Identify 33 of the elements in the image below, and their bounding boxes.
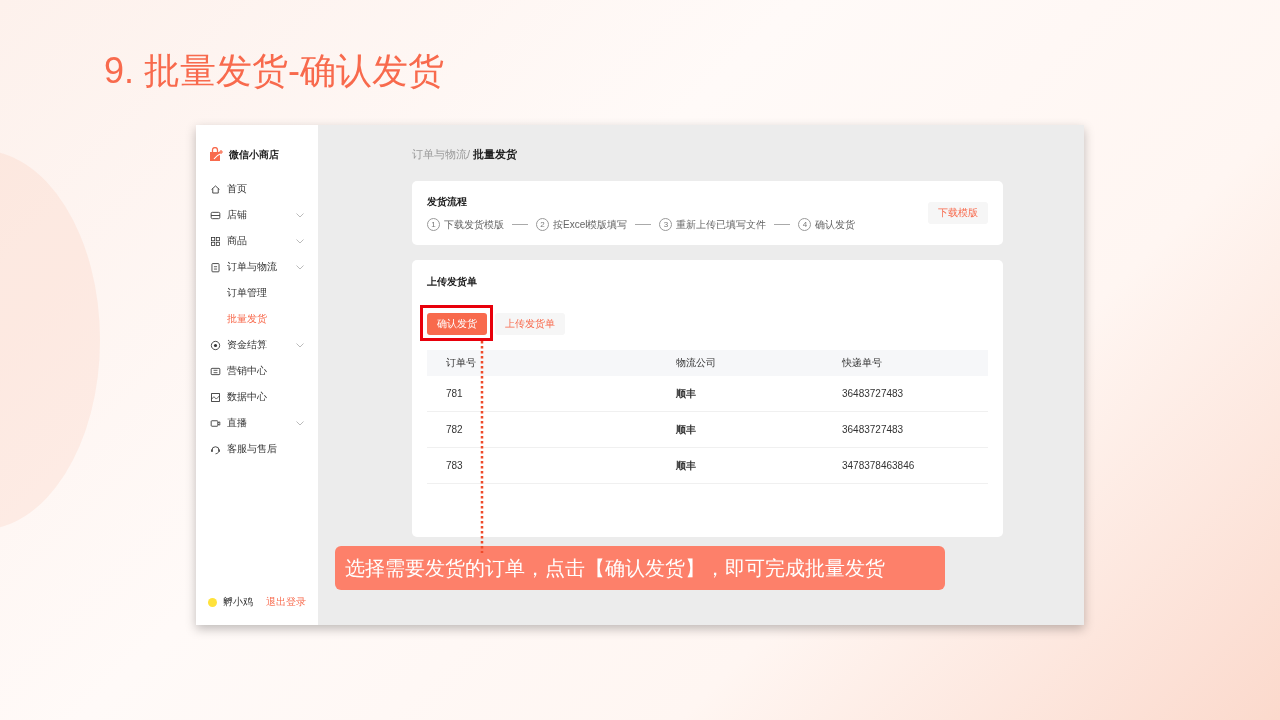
- sidebar-item[interactable]: 客服与售后: [196, 436, 318, 462]
- table-cell: 36483727483: [841, 376, 988, 412]
- table-cell: 顺丰: [675, 376, 841, 412]
- sidebar-item[interactable]: 资金结算: [196, 332, 318, 358]
- table-cell: 781: [427, 376, 675, 412]
- breadcrumb: 订单与物流/ 批量发货: [412, 147, 519, 162]
- sidebar-item[interactable]: 订单与物流: [196, 254, 318, 280]
- column-header: 快递单号: [841, 350, 988, 376]
- table-cell: 783: [427, 447, 675, 484]
- step-label: 下载发货模版: [444, 217, 504, 232]
- step-label: 按Excel模版填写: [553, 217, 628, 232]
- sidebar-item[interactable]: 数据中心: [196, 384, 318, 410]
- sidebar-item[interactable]: 直播: [196, 410, 318, 436]
- sidebar-item[interactable]: 商品: [196, 228, 318, 254]
- table-cell: 顺丰: [675, 447, 841, 484]
- user-name: 孵小鸡: [223, 595, 254, 609]
- card-title: 发货流程: [427, 194, 468, 209]
- card-title: 上传发货单: [427, 275, 478, 289]
- sidebar-item[interactable]: 店铺: [196, 202, 318, 228]
- callout-banner: 选择需要发货的订单，点击【确认发货】，即可完成批量发货: [335, 546, 945, 590]
- table-cell: 36483727483: [841, 411, 988, 448]
- table-cell: 3478378463846: [841, 447, 988, 484]
- table-cell: 782: [427, 411, 675, 448]
- column-header: 订单号: [427, 350, 675, 376]
- step-label: 确认发货: [815, 217, 856, 232]
- submenu-item[interactable]: 订单管理: [196, 280, 318, 306]
- brand-name: 微信小商店: [229, 147, 279, 162]
- slide-title: 9. 批量发货-确认发货: [104, 49, 445, 93]
- sidebar-item[interactable]: 营销中心: [196, 358, 318, 384]
- table-cell: 顺丰: [675, 411, 841, 448]
- step-label: 重新上传已填写文件: [676, 217, 767, 232]
- column-header: 物流公司: [675, 350, 841, 376]
- sidebar-item[interactable]: 首页: [196, 176, 318, 202]
